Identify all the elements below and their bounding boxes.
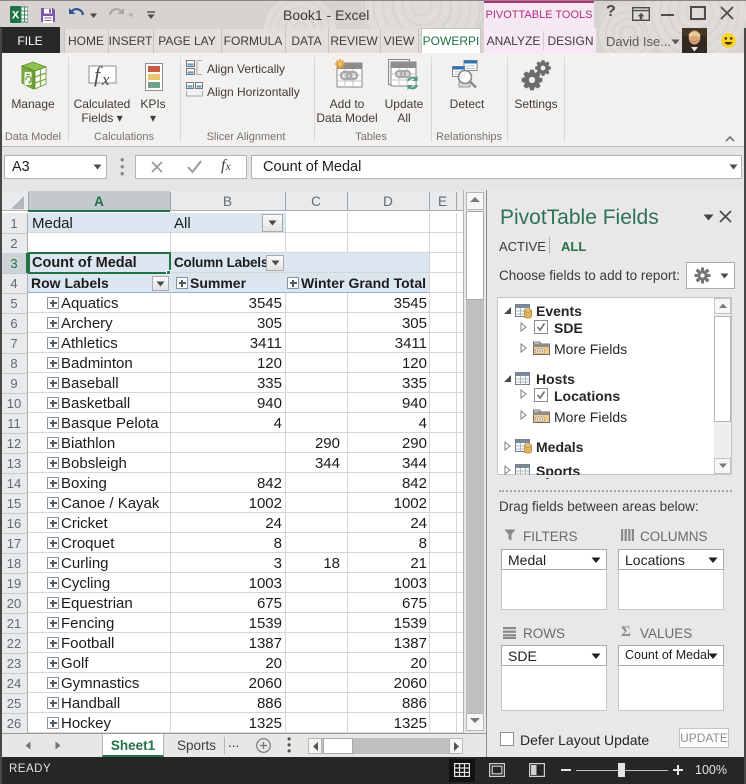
svg-text:x: x [101, 70, 110, 89]
svg-text:X: X [12, 10, 20, 22]
